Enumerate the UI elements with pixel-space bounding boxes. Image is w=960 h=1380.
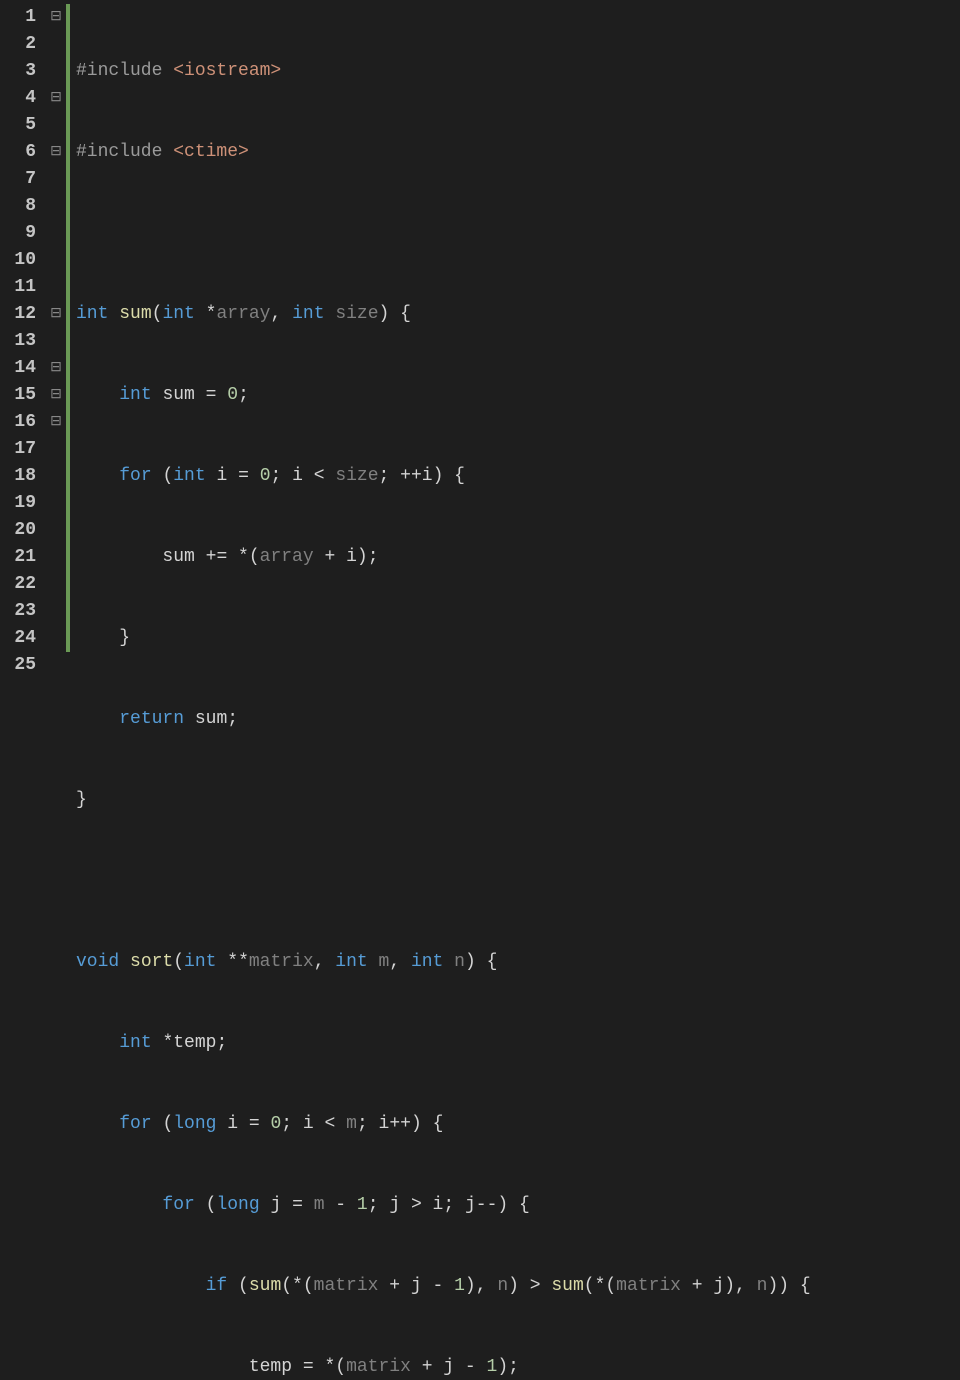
code-line[interactable]: temp = *(matrix + j - 1); — [76, 1354, 811, 1380]
fold-toggle-icon[interactable]: ⊟ — [46, 355, 66, 382]
code-line[interactable]: } — [76, 787, 811, 814]
line-number: 4 — [6, 85, 36, 112]
line-number: 23 — [6, 598, 36, 625]
code-line[interactable]: #include <ctime> — [76, 139, 811, 166]
code-line[interactable]: for (int i = 0; i < size; ++i) { — [76, 463, 811, 490]
line-number: 8 — [6, 193, 36, 220]
line-number: 1 — [6, 4, 36, 31]
code-line[interactable]: void sort(int **matrix, int m, int n) { — [76, 949, 811, 976]
fold-toggle-icon[interactable]: ⊟ — [46, 301, 66, 328]
line-number: 3 — [6, 58, 36, 85]
line-number: 21 — [6, 544, 36, 571]
fold-toggle-icon[interactable] — [46, 58, 66, 85]
code-line[interactable]: return sum; — [76, 706, 811, 733]
line-number: 15 — [6, 382, 36, 409]
line-number: 13 — [6, 328, 36, 355]
line-number: 19 — [6, 490, 36, 517]
fold-toggle-icon[interactable] — [46, 463, 66, 490]
line-number: 11 — [6, 274, 36, 301]
line-number: 14 — [6, 355, 36, 382]
fold-toggle-icon[interactable] — [46, 220, 66, 247]
code-line[interactable]: int sum = 0; — [76, 382, 811, 409]
fold-toggle-icon[interactable]: ⊟ — [46, 139, 66, 166]
fold-toggle-icon[interactable] — [46, 328, 66, 355]
fold-toggle-icon[interactable] — [46, 166, 66, 193]
fold-gutter: ⊟ ⊟ ⊟ ⊟ ⊟ ⊟ ⊟ — [46, 0, 66, 690]
line-number: 9 — [6, 220, 36, 247]
fold-toggle-icon[interactable] — [46, 625, 66, 652]
line-number: 12 — [6, 301, 36, 328]
line-number: 24 — [6, 625, 36, 652]
fold-toggle-icon[interactable] — [46, 31, 66, 58]
line-number: 5 — [6, 112, 36, 139]
line-number: 6 — [6, 139, 36, 166]
code-line[interactable]: #include <iostream> — [76, 58, 811, 85]
fold-toggle-icon[interactable] — [46, 652, 66, 679]
fold-toggle-icon[interactable] — [46, 436, 66, 463]
line-number: 10 — [6, 247, 36, 274]
line-number: 25 — [6, 652, 36, 679]
fold-toggle-icon[interactable] — [46, 112, 66, 139]
code-line[interactable]: if (sum(*(matrix + j - 1), n) > sum(*(ma… — [76, 1273, 811, 1300]
fold-toggle-icon[interactable]: ⊟ — [46, 85, 66, 112]
code-line[interactable]: for (long i = 0; i < m; i++) { — [76, 1111, 811, 1138]
line-number: 16 — [6, 409, 36, 436]
line-number: 20 — [6, 517, 36, 544]
code-line[interactable]: int sum(int *array, int size) { — [76, 301, 811, 328]
code-line[interactable]: } — [76, 625, 811, 652]
fold-toggle-icon[interactable] — [46, 517, 66, 544]
line-number: 2 — [6, 31, 36, 58]
fold-toggle-icon[interactable]: ⊟ — [46, 382, 66, 409]
fold-toggle-icon[interactable] — [46, 571, 66, 598]
code-line[interactable] — [76, 868, 811, 895]
line-number: 17 — [6, 436, 36, 463]
fold-toggle-icon[interactable] — [46, 544, 66, 571]
fold-toggle-icon[interactable] — [46, 193, 66, 220]
fold-toggle-icon[interactable] — [46, 598, 66, 625]
fold-toggle-icon[interactable] — [46, 490, 66, 517]
fold-toggle-icon[interactable]: ⊟ — [46, 409, 66, 436]
code-line[interactable]: for (long j = m - 1; j > i; j--) { — [76, 1192, 811, 1219]
code-line[interactable]: sum += *(array + i); — [76, 544, 811, 571]
line-number-gutter: 1 2 3 4 5 6 7 8 9 10 11 12 13 14 15 16 1… — [0, 0, 46, 690]
line-number: 7 — [6, 166, 36, 193]
code-editor: 1 2 3 4 5 6 7 8 9 10 11 12 13 14 15 16 1… — [0, 0, 960, 690]
line-number: 18 — [6, 463, 36, 490]
code-area[interactable]: #include <iostream> #include <ctime> int… — [70, 0, 811, 690]
code-line[interactable] — [76, 220, 811, 247]
line-number: 22 — [6, 571, 36, 598]
fold-toggle-icon[interactable] — [46, 274, 66, 301]
code-line[interactable]: int *temp; — [76, 1030, 811, 1057]
fold-toggle-icon[interactable]: ⊟ — [46, 4, 66, 31]
fold-toggle-icon[interactable] — [46, 247, 66, 274]
